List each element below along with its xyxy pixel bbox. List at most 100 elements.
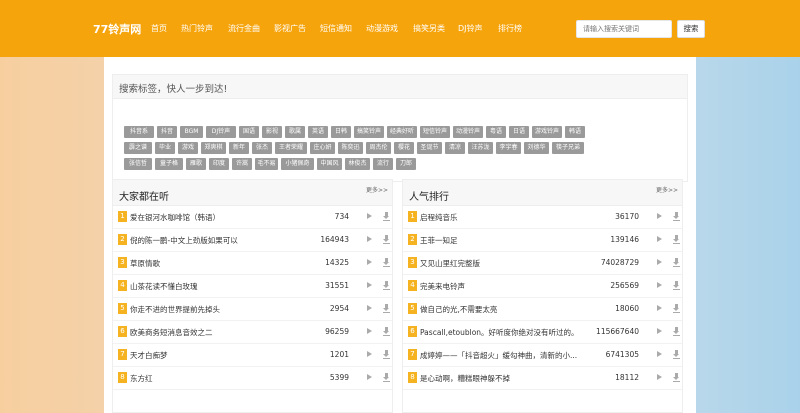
play-icon[interactable]	[657, 305, 662, 311]
download-icon[interactable]	[673, 304, 680, 313]
tag-item[interactable]: 游戏	[178, 142, 198, 154]
tag-item[interactable]: 林俊杰	[345, 158, 370, 170]
tag-item[interactable]: 刘德华	[524, 142, 549, 154]
download-icon[interactable]	[673, 350, 680, 359]
tag-item[interactable]: 歌属	[285, 126, 305, 138]
tag-item[interactable]: 中国风	[317, 158, 342, 170]
download-icon[interactable]	[383, 281, 390, 290]
ringtone-title[interactable]: 倪的陈一鹏-中文上劲版如果可以	[130, 235, 305, 246]
play-icon[interactable]	[367, 213, 372, 219]
tag-item[interactable]: 抖音系	[124, 126, 154, 138]
download-icon[interactable]	[383, 350, 390, 359]
tag-item[interactable]: 王者荣耀	[275, 142, 307, 154]
download-icon[interactable]	[673, 327, 680, 336]
ringtone-title[interactable]: 你走不进的世界提前先掉头	[130, 304, 305, 315]
tag-item[interactable]: 日语	[509, 126, 529, 138]
tag-item[interactable]: 周杰伦	[366, 142, 391, 154]
nav-item-home[interactable]: 首页	[151, 23, 167, 34]
tag-item[interactable]: 国语	[239, 126, 259, 138]
tag-item[interactable]: 李宇春	[496, 142, 521, 154]
tag-item[interactable]: 许嵩	[232, 158, 252, 170]
tag-item[interactable]: 影视	[262, 126, 282, 138]
play-icon[interactable]	[657, 213, 662, 219]
tag-item[interactable]: 抖音	[157, 126, 177, 138]
tag-item[interactable]: 经典好听	[387, 126, 417, 138]
ringtone-title[interactable]: 草原情歌	[130, 258, 305, 269]
play-icon[interactable]	[657, 374, 662, 380]
ringtone-title[interactable]: 是心动啊，糟糕眼神躲不掉	[420, 373, 595, 384]
play-icon[interactable]	[367, 282, 372, 288]
more-link[interactable]: 更多>>	[366, 185, 388, 194]
download-icon[interactable]	[673, 235, 680, 244]
tag-item[interactable]: 汪苏泷	[468, 142, 493, 154]
ringtone-title[interactable]: Pascall,etoublon。好听度你绝对没有听过的。	[420, 327, 595, 338]
nav-item-dj[interactable]: DJ铃声	[458, 23, 483, 34]
ringtone-title[interactable]: 成婷婷——「抖音超火」缓勾神曲，清新的小...	[420, 350, 595, 361]
tag-item[interactable]: 动漫铃声	[453, 126, 483, 138]
play-icon[interactable]	[657, 328, 662, 334]
download-icon[interactable]	[673, 212, 680, 221]
tag-item[interactable]: 刀郎	[396, 158, 416, 170]
play-icon[interactable]	[367, 351, 372, 357]
ringtone-title[interactable]: 又见山里红完整版	[420, 258, 595, 269]
nav-item-rank[interactable]: 排行榜	[498, 23, 522, 34]
tag-item[interactable]: 霹之谱	[124, 142, 152, 154]
ringtone-title[interactable]: 天才白痴梦	[130, 350, 305, 361]
download-icon[interactable]	[673, 258, 680, 267]
tag-item[interactable]: 日韩	[331, 126, 351, 138]
tag-item[interactable]: 搞笑铃声	[354, 126, 384, 138]
ringtone-title[interactable]: 启程纯音乐	[420, 212, 595, 223]
tag-item[interactable]: 英语	[308, 126, 328, 138]
play-icon[interactable]	[367, 259, 372, 265]
nav-item-funny[interactable]: 搞笑另类	[413, 23, 445, 34]
ringtone-title[interactable]: 欧美商务短消息音效之二	[130, 327, 305, 338]
play-icon[interactable]	[367, 305, 372, 311]
tag-item[interactable]: 短信铃声	[420, 126, 450, 138]
nav-item-pop[interactable]: 流行金曲	[228, 23, 260, 34]
play-icon[interactable]	[657, 351, 662, 357]
tag-item[interactable]: 张杰	[252, 142, 272, 154]
nav-item-anime[interactable]: 动漫游戏	[366, 23, 398, 34]
download-icon[interactable]	[383, 258, 390, 267]
tag-item[interactable]: 流行	[373, 158, 393, 170]
tag-item[interactable]: 毛不易	[255, 158, 278, 170]
nav-item-hot[interactable]: 热门铃声	[181, 23, 213, 34]
tag-item[interactable]: 韩语	[565, 126, 585, 138]
tag-item[interactable]: 小猪佩奇	[281, 158, 314, 170]
nav-item-film[interactable]: 影视广告	[274, 23, 306, 34]
ringtone-title[interactable]: 山茶花读不懂白玫瑰	[130, 281, 305, 292]
tag-item[interactable]: 印度	[209, 158, 229, 170]
tag-item[interactable]: 张信哲	[124, 158, 152, 170]
ringtone-title[interactable]: 东方红	[130, 373, 305, 384]
tag-item[interactable]: 毕业	[155, 142, 175, 154]
tag-item[interactable]: 庄心妍	[310, 142, 335, 154]
ringtone-title[interactable]: 完美来电铃声	[420, 281, 595, 292]
tag-item[interactable]: 筷子兄弟	[552, 142, 584, 154]
more-link[interactable]: 更多>>	[656, 185, 678, 194]
tag-item[interactable]: 圣诞节	[417, 142, 442, 154]
play-icon[interactable]	[367, 328, 372, 334]
download-icon[interactable]	[383, 212, 390, 221]
download-icon[interactable]	[383, 373, 390, 382]
tag-item[interactable]: 新年	[229, 142, 249, 154]
play-icon[interactable]	[657, 259, 662, 265]
download-icon[interactable]	[383, 235, 390, 244]
site-logo[interactable]: 77铃声网	[93, 21, 141, 37]
tag-item[interactable]: 粤语	[486, 126, 506, 138]
download-icon[interactable]	[673, 373, 680, 382]
tag-item[interactable]: 清凉	[445, 142, 465, 154]
tag-item[interactable]: 陈奕迅	[338, 142, 363, 154]
download-icon[interactable]	[673, 281, 680, 290]
play-icon[interactable]	[367, 374, 372, 380]
ringtone-title[interactable]: 做自己的光,不需要太亮	[420, 304, 595, 315]
play-icon[interactable]	[657, 236, 662, 242]
tag-item[interactable]: 郑爽棋	[201, 142, 226, 154]
search-button[interactable]: 搜索	[677, 20, 705, 38]
nav-item-sms[interactable]: 短信通知	[320, 23, 352, 34]
tag-item[interactable]: 游戏铃声	[532, 126, 562, 138]
ringtone-title[interactable]: 王菲一知足	[420, 235, 595, 246]
download-icon[interactable]	[383, 304, 390, 313]
search-input[interactable]	[576, 20, 672, 38]
download-icon[interactable]	[383, 327, 390, 336]
tag-item[interactable]: 童子格	[155, 158, 183, 170]
